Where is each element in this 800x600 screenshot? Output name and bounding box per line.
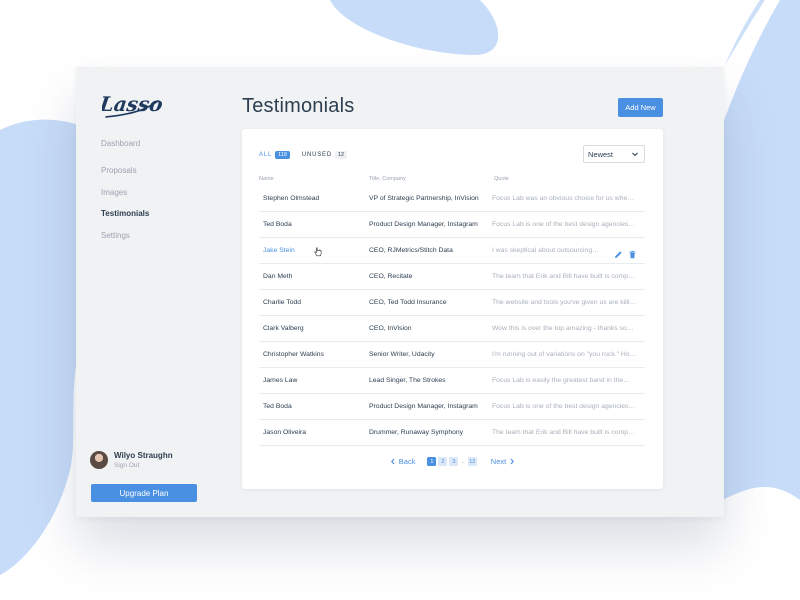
- avatar[interactable]: [90, 451, 108, 469]
- row-actions: [614, 246, 637, 259]
- page-button[interactable]: 1: [427, 457, 437, 466]
- row-quote: The website and tools you've given us ar…: [492, 299, 637, 306]
- page-ellipsis: ..: [461, 458, 465, 465]
- row-quote: I'm running out of variations on "you ro…: [492, 351, 637, 358]
- row-quote: Wow this is over the top amazing - thank…: [492, 325, 634, 332]
- row-quote: Focus Lab is easily the greatest band in…: [492, 377, 630, 384]
- user-name: Wilyo Straughn: [114, 451, 173, 460]
- page-numbers: 1 2 3 .. 12: [427, 457, 477, 466]
- sidebar-item-dashboard[interactable]: Dashboard: [101, 138, 149, 150]
- chevron-right-icon: [510, 458, 515, 465]
- row-title: Product Design Manager, Instagram: [369, 403, 478, 410]
- page-button[interactable]: 12: [467, 457, 477, 466]
- sort-dropdown[interactable]: Newest: [583, 145, 645, 163]
- pagination-next[interactable]: Next: [491, 457, 518, 466]
- table-row[interactable]: Jason Oliveira Drummer, Runaway Symphony…: [259, 420, 645, 446]
- add-new-button[interactable]: Add New: [618, 98, 663, 117]
- table-row[interactable]: Ted Boda Product Design Manager, Instagr…: [259, 212, 645, 238]
- sort-value: Newest: [588, 149, 614, 159]
- row-title: CEO, Ted Todd Insurance: [369, 299, 447, 306]
- row-name: Stephen Olmstead: [263, 195, 320, 202]
- chevron-left-icon: [390, 458, 395, 465]
- count-badge: 119: [275, 151, 290, 159]
- chevron-down-icon: [632, 152, 638, 157]
- row-quote: The team that Erik and Bill have built i…: [492, 429, 637, 436]
- pagination-back[interactable]: Back: [387, 457, 416, 466]
- upgrade-plan-button[interactable]: Upgrade Plan: [91, 484, 197, 502]
- table-row[interactable]: Dan Meth CEO, Recitate The team that Eri…: [259, 264, 645, 290]
- filter-label: UNUSED: [301, 152, 332, 158]
- trash-icon[interactable]: [628, 246, 637, 259]
- edit-icon[interactable]: [614, 246, 623, 258]
- row-name: James Law: [263, 377, 298, 384]
- testimonials-card: ALL 119 UNUSED 12 Newest Name Title, Com…: [242, 129, 663, 489]
- page-button[interactable]: 3: [449, 457, 459, 466]
- row-title: Senior Writer, Udacity: [369, 351, 435, 358]
- sidebar-item-settings[interactable]: Settings: [101, 230, 149, 242]
- column-header-name: Name: [259, 176, 274, 182]
- row-title: Drummer, Runaway Symphony: [369, 429, 464, 436]
- app-logo[interactable]: Lasso: [97, 89, 164, 126]
- filter-all[interactable]: ALL 119: [259, 151, 290, 159]
- page-button[interactable]: 2: [438, 457, 448, 466]
- row-name: Ted Boda: [263, 221, 292, 228]
- filter-label: ALL: [259, 152, 273, 158]
- back-label: Back: [398, 457, 416, 466]
- row-quote: Focus Lab is one of the best design agen…: [492, 221, 636, 228]
- row-name: Dan Meth: [263, 273, 293, 280]
- row-quote: The team that Erik and Bill have built i…: [492, 273, 637, 280]
- column-header-quote: Quote: [494, 176, 509, 182]
- row-title: Lead Singer, The Strokes: [369, 377, 446, 384]
- row-name: Jason Oliveira: [263, 429, 307, 436]
- page-title: Testimonials: [242, 95, 355, 117]
- pagination: Back 1 2 3 .. 12 Next: [242, 457, 663, 466]
- column-header-title: Title, Company: [369, 176, 406, 182]
- lasso-logo-icon: Lasso: [97, 92, 164, 118]
- sidebar-item-images[interactable]: Images: [101, 187, 149, 199]
- table-row[interactable]: Stephen Olmstead VP of Strategic Partner…: [259, 186, 645, 212]
- row-name: Clark Valberg: [263, 325, 304, 332]
- table-row[interactable]: Ted Boda Product Design Manager, Instagr…: [259, 394, 645, 420]
- sidebar-nav: Dashboard Proposals Images Testimonials …: [101, 138, 149, 251]
- row-title: CEO, InVision: [369, 325, 412, 332]
- row-title: CEO, RJMetrics/Stitch Data: [369, 247, 453, 254]
- table-row[interactable]: James Law Lead Singer, The Strokes Focus…: [259, 368, 645, 394]
- row-name[interactable]: Jake Stein: [263, 238, 363, 264]
- row-name: Christopher Watkins: [263, 351, 324, 358]
- row-quote: I was skeptical about outsourcing…: [492, 247, 599, 254]
- testimonials-table: Stephen Olmstead VP of Strategic Partner…: [259, 186, 645, 446]
- sign-out-link[interactable]: Sign Out: [114, 462, 139, 469]
- next-label: Next: [490, 457, 507, 466]
- count-badge: 12: [335, 151, 348, 159]
- row-quote: Focus Lab is one of the best design agen…: [492, 403, 636, 410]
- row-name: Charlie Todd: [263, 299, 302, 306]
- hand-cursor-icon: [314, 247, 322, 257]
- row-title: VP of Strategic Partnership, InVision: [369, 195, 479, 202]
- user-profile: Wilyo Straughn Sign Out: [90, 450, 210, 472]
- sidebar-item-testimonials[interactable]: Testimonials: [101, 208, 149, 220]
- sidebar-item-proposals[interactable]: Proposals: [101, 165, 149, 177]
- row-name: Ted Boda: [263, 403, 292, 410]
- table-row[interactable]: Clark Valberg CEO, InVision Wow this is …: [259, 316, 645, 342]
- table-row[interactable]: Charlie Todd CEO, Ted Todd Insurance The…: [259, 290, 645, 316]
- row-title: Product Design Manager, Instagram: [369, 221, 478, 228]
- row-quote: Focus Lab was an obvious choice for us w…: [492, 195, 637, 202]
- filter-tabs: ALL 119 UNUSED 12: [259, 151, 359, 159]
- table-row[interactable]: Christopher Watkins Senior Writer, Udaci…: [259, 342, 645, 368]
- row-title: CEO, Recitate: [369, 273, 413, 280]
- app-window: Lasso Dashboard Proposals Images Testimo…: [76, 67, 724, 517]
- filter-unused[interactable]: UNUSED 12: [301, 151, 348, 159]
- table-row[interactable]: Jake Stein CEO, RJMetrics/Stitch Data I …: [259, 238, 645, 264]
